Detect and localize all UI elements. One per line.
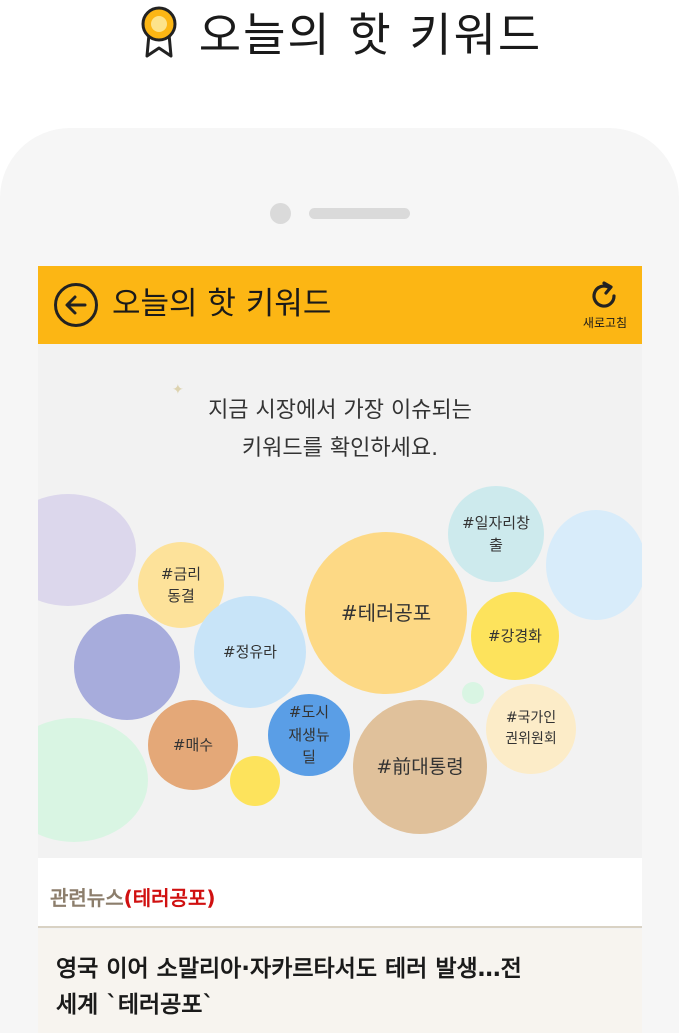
keyword-text: #도시	[288, 703, 330, 722]
intro-text: 지금 시장에서 가장 이슈되는 키워드를 확인하세요.	[38, 392, 642, 468]
refresh-icon	[592, 281, 616, 308]
header-title: 오늘의 핫 키워드	[112, 286, 332, 322]
keyword-text: #국가인	[505, 710, 557, 726]
news-headline: 영국 이어 소말리아·자카르타서도 테러 발생…전 세계 `테러공포`	[56, 951, 624, 1023]
decorative-bubble	[38, 494, 136, 606]
medal-icon	[137, 4, 181, 60]
phone-camera	[270, 203, 291, 224]
news-headline-line: 세계 `테러공포`	[56, 992, 214, 1018]
keyword-bubble[interactable]: #테러공포	[305, 532, 467, 694]
app-header: 오늘의 핫 키워드 새로고침	[38, 266, 642, 344]
decorative-bubble	[546, 510, 642, 620]
keyword-bubble[interactable]: #국가인권위원회	[486, 684, 576, 774]
keyword-text: #정유라	[223, 642, 277, 661]
related-news-header: 관련뉴스(테러공포)	[38, 858, 642, 928]
related-news-prefix: 관련뉴스	[50, 886, 124, 910]
refresh-button[interactable]: 새로고침	[574, 278, 636, 334]
decorative-bubble	[462, 682, 484, 704]
keyword-bubble[interactable]: #강경화	[471, 592, 559, 680]
keyword-text: 재생뉴	[288, 725, 330, 744]
back-button[interactable]	[54, 283, 98, 327]
keyword-bubble[interactable]: #前대통령	[353, 700, 487, 834]
back-arrow-icon	[65, 295, 87, 315]
keyword-text: 딜	[302, 748, 316, 767]
page-heading: 오늘의 핫 키워드	[0, 0, 679, 64]
keyword-text: 동결	[167, 587, 195, 605]
decorative-bubble	[38, 718, 148, 842]
news-headline-line: 영국 이어 소말리아·자카르타서도 테러 발생…전	[56, 956, 522, 982]
page-title: 오늘의 핫 키워드	[198, 8, 543, 62]
keyword-bubble[interactable]: #매수	[148, 700, 238, 790]
refresh-label: 새로고침	[582, 316, 628, 330]
keyword-text: #일자리창	[462, 513, 530, 532]
keyword-text: #매수	[172, 735, 214, 754]
keyword-text: #前대통령	[376, 755, 464, 778]
keyword-bubble-area: ✦ 지금 시장에서 가장 이슈되는 키워드를 확인하세요. #금리 동결 #정유라…	[38, 344, 642, 858]
keyword-bubble[interactable]: #정유라	[194, 596, 306, 708]
keyword-bubble[interactable]: #일자리창출	[448, 486, 544, 582]
keyword-text: #강경화	[488, 626, 542, 645]
keyword-text: 권위원회	[505, 731, 557, 747]
news-item[interactable]: 영국 이어 소말리아·자카르타서도 테러 발생…전 세계 `테러공포`	[38, 929, 642, 1033]
decorative-bubble	[230, 756, 280, 806]
intro-line-2: 키워드를 확인하세요.	[241, 436, 439, 461]
keyword-text: 출	[489, 536, 503, 554]
keyword-text: #금리	[160, 564, 202, 583]
related-news-label: 관련뉴스(테러공포)	[50, 882, 216, 911]
decorative-bubble	[74, 614, 180, 720]
keyword-bubble[interactable]: #도시재생뉴딜	[268, 694, 350, 776]
app-screen: 오늘의 핫 키워드 새로고침 ✦ 지금 시장에서 가장 이슈되는 키워드를 확인…	[38, 266, 642, 1033]
phone-speaker	[309, 208, 410, 219]
keyword-text: #테러공포	[340, 601, 432, 625]
related-news-keyword: (테러공포)	[123, 886, 216, 910]
intro-line-1: 지금 시장에서 가장 이슈되는	[208, 398, 472, 423]
